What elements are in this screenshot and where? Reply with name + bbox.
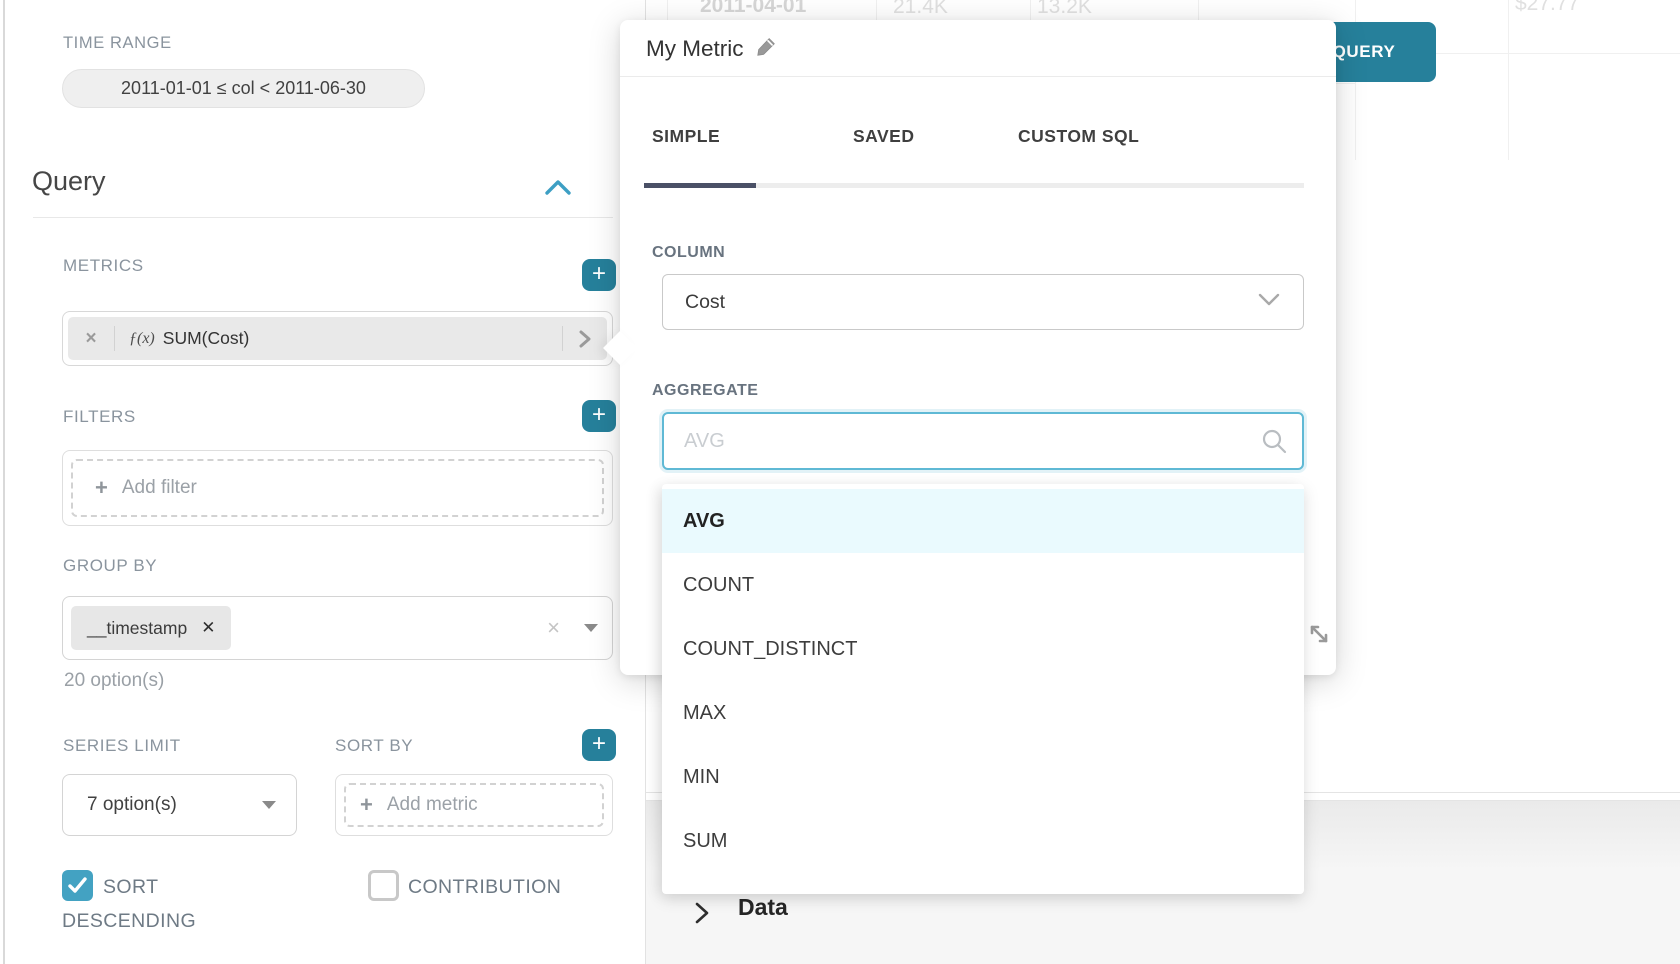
plus-icon: + <box>592 262 606 286</box>
popover-header: My Metric <box>646 36 777 62</box>
active-tab-underline <box>644 183 756 188</box>
filters-field: + Add filter <box>62 450 613 526</box>
table-cell-value: 21.4K <box>893 0 948 19</box>
column-select-value: Cost <box>685 291 725 314</box>
time-range-value: 2011-01-01 ≤ col < 2011-06-30 <box>121 78 366 99</box>
popover-header-divider <box>620 76 1336 77</box>
aggregate-option-sum[interactable]: SUM <box>662 809 1304 873</box>
tab-underline-track <box>644 183 1304 188</box>
section-divider <box>33 217 613 218</box>
resize-diagonal-icon[interactable] <box>1305 620 1333 648</box>
chart-builder-screen: 2011-04-01 00:00:00 21.4K 13.2K $27.77 R… <box>0 0 1680 964</box>
caret-down-icon[interactable] <box>584 624 598 632</box>
plus-icon: + <box>592 403 606 427</box>
metric-name: SUM(Cost) <box>163 328 562 349</box>
group-by-tag-value: __timestamp <box>87 618 187 639</box>
aggregate-dropdown: AVG COUNT COUNT_DISTINCT MAX MIN SUM <box>662 484 1304 894</box>
chevron-right-icon[interactable] <box>692 900 712 926</box>
aggregate-option-count-distinct[interactable]: COUNT_DISTINCT <box>662 617 1304 681</box>
group-by-label: GROUP BY <box>63 556 157 576</box>
time-range-filter-pill[interactable]: 2011-01-01 ≤ col < 2011-06-30 <box>62 69 425 108</box>
sort-descending-checkbox[interactable] <box>62 870 93 901</box>
time-range-label: TIME RANGE <box>63 34 172 53</box>
chevron-down-icon <box>1257 291 1281 314</box>
plus-icon: + <box>360 794 373 816</box>
metric-field: × ƒ(x) SUM(Cost) <box>62 311 613 366</box>
column-select[interactable]: Cost <box>662 274 1304 330</box>
add-metric-button[interactable]: + <box>582 259 616 291</box>
clear-select-icon[interactable]: × <box>547 615 560 641</box>
panel-left-border <box>3 0 5 964</box>
series-limit-label: SERIES LIMIT <box>63 736 181 756</box>
aggregate-input[interactable] <box>662 412 1304 470</box>
chevron-up-icon[interactable] <box>543 176 573 200</box>
check-icon <box>67 876 88 895</box>
tab-custom-sql[interactable]: CUSTOM SQL <box>1018 126 1139 147</box>
contribution-label: CONTRIBUTION <box>408 876 561 899</box>
table-gridline <box>1508 0 1509 160</box>
add-filter-dropzone[interactable]: + Add filter <box>71 459 604 517</box>
table-cell-value: 13.2K <box>1037 0 1092 19</box>
metrics-label: METRICS <box>63 256 144 276</box>
metric-pill[interactable]: × ƒ(x) SUM(Cost) <box>68 317 607 360</box>
remove-metric-icon[interactable]: × <box>68 328 114 350</box>
series-limit-value: 7 option(s) <box>87 794 177 816</box>
tab-saved[interactable]: SAVED <box>853 126 915 147</box>
aggregate-option-avg[interactable]: AVG <box>662 489 1304 553</box>
aggregate-option-min[interactable]: MIN <box>662 745 1304 809</box>
table-cell-timestamp-line1: 2011-04-01 <box>700 0 806 18</box>
edit-pencil-icon[interactable] <box>756 36 777 62</box>
contribution-checkbox[interactable] <box>368 870 399 901</box>
plus-icon: + <box>592 732 606 756</box>
add-filter-button[interactable]: + <box>582 400 616 432</box>
add-sort-metric-dropzone[interactable]: + Add metric <box>344 783 604 827</box>
sort-descending-label-line1: SORT <box>103 876 158 899</box>
add-sort-metric-button[interactable]: + <box>582 729 616 761</box>
caret-down-icon <box>262 801 276 809</box>
table-cell-value: $27.77 <box>1515 0 1579 16</box>
aggregate-label: AGGREGATE <box>652 382 758 400</box>
filters-label: FILTERS <box>63 407 136 427</box>
tab-simple[interactable]: SIMPLE <box>652 126 720 147</box>
aggregate-field <box>662 412 1304 470</box>
sort-descending-label-line2: DESCENDING <box>62 910 196 933</box>
query-section-title: Query <box>32 166 106 197</box>
group-by-options-hint: 20 option(s) <box>64 670 164 692</box>
aggregate-option-count[interactable]: COUNT <box>662 553 1304 617</box>
group-by-select[interactable]: __timestamp ✕ × <box>62 596 613 660</box>
column-label: COLUMN <box>652 244 725 262</box>
aggregate-option-max[interactable]: MAX <box>662 681 1304 745</box>
series-limit-select[interactable]: 7 option(s) <box>62 774 297 836</box>
metric-title: My Metric <box>646 36 744 62</box>
plus-icon: + <box>95 477 108 499</box>
data-panel-title[interactable]: Data <box>738 894 788 921</box>
add-filter-text: Add filter <box>122 477 197 499</box>
remove-tag-icon[interactable]: ✕ <box>201 618 215 638</box>
function-icon: ƒ(x) <box>115 330 163 348</box>
chevron-right-icon[interactable] <box>563 329 607 349</box>
sort-by-label: SORT BY <box>335 736 413 756</box>
group-by-tag[interactable]: __timestamp ✕ <box>71 606 231 650</box>
add-metric-text: Add metric <box>387 794 478 816</box>
search-icon <box>1260 427 1288 460</box>
sort-by-field: + Add metric <box>335 774 613 836</box>
